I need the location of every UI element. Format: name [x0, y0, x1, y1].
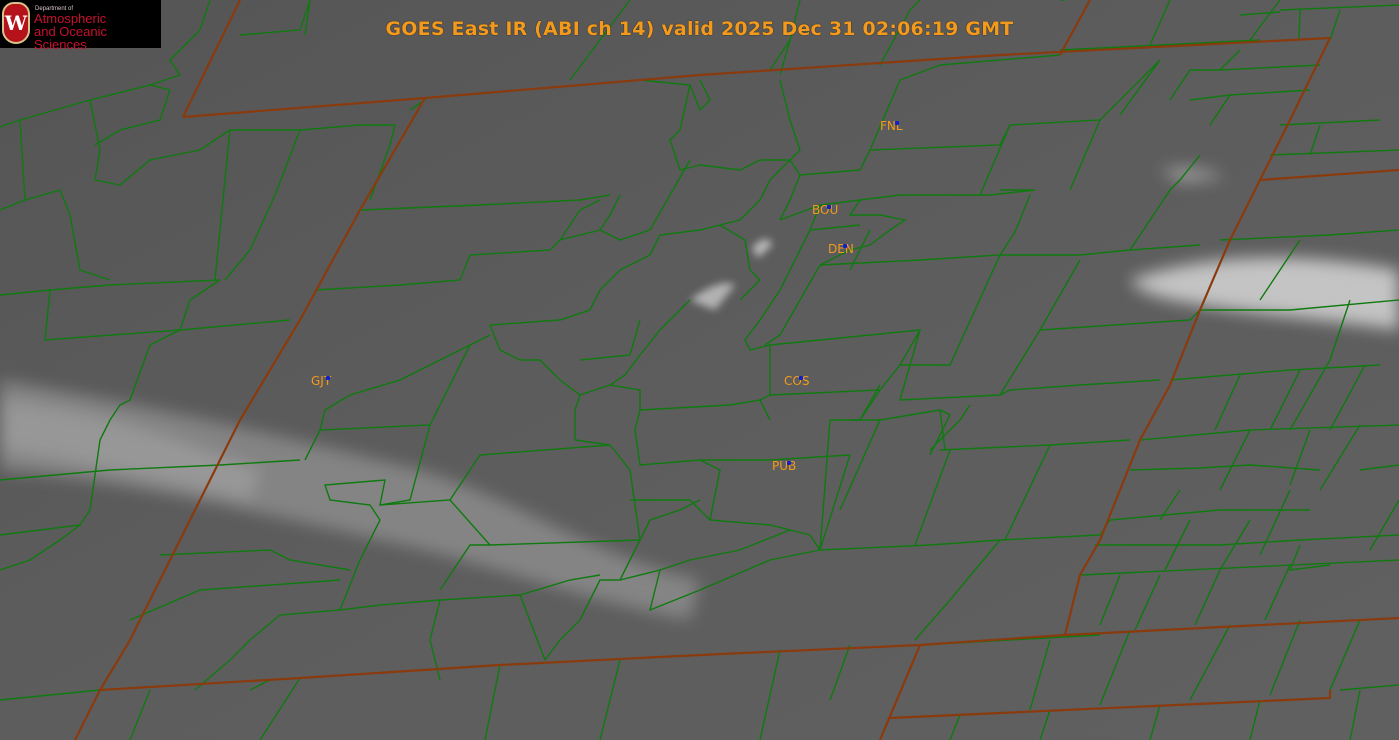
station-fnl: FNL — [880, 119, 903, 133]
station-gjt: GJT — [311, 374, 331, 388]
station-marker-icon — [843, 244, 847, 248]
station-marker-icon — [799, 376, 803, 380]
station-pub: PUB — [772, 459, 796, 473]
station-label: COS — [784, 374, 810, 388]
station-marker-icon — [895, 121, 899, 125]
satellite-map — [0, 0, 1399, 740]
station-label: PUB — [772, 459, 797, 473]
station-marker-icon — [827, 205, 831, 209]
station-bou: BOU — [812, 203, 838, 217]
station-cos: COS — [784, 374, 809, 388]
station-marker-icon — [326, 376, 330, 380]
image-title: GOES East IR (ABI ch 14) valid 2025 Dec … — [385, 18, 1014, 40]
station-marker-icon — [787, 461, 791, 465]
station-label: DEN — [828, 242, 854, 256]
station-label: BOU — [812, 203, 839, 217]
station-den: DEN — [828, 242, 854, 256]
station-label: FNL — [880, 119, 903, 133]
